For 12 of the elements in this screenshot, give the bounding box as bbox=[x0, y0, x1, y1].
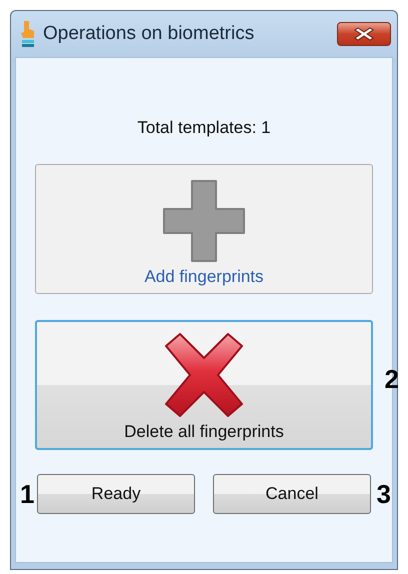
window-title: Operations on biometrics bbox=[43, 23, 256, 45]
template-count: Total templates: 1 bbox=[137, 118, 271, 138]
hand-icon bbox=[19, 20, 37, 48]
callout-number: 3 bbox=[376, 479, 391, 510]
cancel-button[interactable]: Cancel bbox=[213, 474, 371, 514]
delete-fingerprints-button[interactable]: Delete all fingerprints bbox=[35, 320, 373, 450]
ready-button[interactable]: Ready bbox=[37, 474, 195, 514]
add-fingerprints-button[interactable]: Add fingerprints bbox=[35, 164, 373, 294]
plus-icon bbox=[162, 179, 246, 263]
callout-number: 1 bbox=[20, 479, 34, 510]
close-button[interactable] bbox=[337, 22, 391, 46]
close-icon bbox=[353, 26, 375, 42]
